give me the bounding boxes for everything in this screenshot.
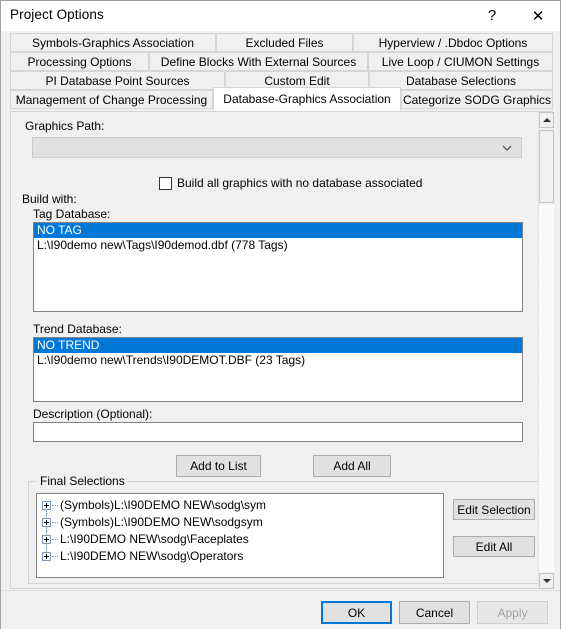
- page-vertical-scrollbar[interactable]: [538, 112, 554, 589]
- tab-label: Live Loop / CIUMON Settings: [381, 54, 540, 69]
- trend-database-listbox[interactable]: NO TREND L:\I90demo new\Trends\I90DEMOT.D…: [33, 337, 523, 402]
- tree-connector-line: [52, 505, 58, 507]
- tree-connector-line: [46, 531, 48, 535]
- close-icon: ✕: [531, 7, 545, 25]
- tab-categorize-sodg-graphics[interactable]: Categorize SODG Graphics: [401, 90, 553, 109]
- tab-strip: Symbols-Graphics Association Excluded Fil…: [10, 33, 553, 112]
- tab-hyperview-dbdoc-options[interactable]: Hyperview / .Dbdoc Options: [353, 33, 553, 52]
- tab-label: Database Selections: [405, 73, 517, 88]
- trend-database-list-item[interactable]: L:\I90demo new\Trends\I90DEMOT.DBF (23 T…: [34, 353, 522, 368]
- tree-connector-line: [46, 548, 48, 552]
- help-button[interactable]: ?: [470, 1, 514, 30]
- final-selection-label: (Symbols)L:\I90DEMO NEW\sodg\sym: [60, 498, 267, 512]
- tab-pi-database-point-sources[interactable]: PI Database Point Sources: [10, 71, 225, 90]
- graphics-path-label: Graphics Path:: [25, 119, 105, 133]
- final-selections-title: Final Selections: [37, 474, 128, 488]
- tree-connector-line: [52, 522, 58, 524]
- tab-page-database-graphics-association: Graphics Path: Build all graphics with n…: [10, 111, 553, 589]
- build-with-label: Build with:: [22, 192, 77, 206]
- tab-label: Symbols-Graphics Association: [31, 35, 195, 50]
- checkbox-box[interactable]: [159, 176, 172, 190]
- scroll-up-button[interactable]: [539, 112, 554, 128]
- tab-label: Processing Options: [27, 54, 132, 69]
- tab-label: Categorize SODG Graphics: [402, 92, 552, 107]
- expand-plus-icon[interactable]: [42, 501, 51, 510]
- tag-database-label: Tag Database:: [33, 207, 111, 221]
- final-selection-label: L:\I90DEMO NEW\sodg\Operators: [60, 549, 244, 563]
- triangle-down-icon: [542, 579, 551, 583]
- tab-live-loop-ciumon-settings[interactable]: Live Loop / CIUMON Settings: [368, 52, 553, 71]
- tab-label: Define Blocks With External Sources: [160, 54, 357, 69]
- trend-database-label: Trend Database:: [33, 322, 122, 336]
- tree-connector-line: [52, 556, 58, 558]
- tree-connector-line: [52, 539, 58, 541]
- tree-connector-line: [46, 514, 48, 518]
- dialog-footer: OK Cancel Apply: [1, 590, 560, 629]
- add-all-button[interactable]: Add All: [313, 455, 391, 477]
- tag-database-list-item[interactable]: L:\I90demo new\Tags\I90demod.dbf (778 Ta…: [34, 238, 522, 253]
- title-bar: Project Options ? ✕: [1, 1, 560, 31]
- final-selection-tree-item[interactable]: L:\I90DEMO NEW\sodg\Faceplates: [37, 531, 443, 548]
- tab-symbols-graphics-association[interactable]: Symbols-Graphics Association: [10, 33, 216, 52]
- scrollbar-thumb[interactable]: [539, 130, 554, 203]
- chevron-down-icon: [502, 145, 512, 151]
- window-title: Project Options: [10, 7, 104, 22]
- ok-button[interactable]: OK: [321, 601, 392, 624]
- tab-label: Database-Graphics Association: [223, 92, 391, 106]
- final-selection-label: L:\I90DEMO NEW\sodg\Faceplates: [60, 532, 249, 546]
- tag-database-list-item[interactable]: NO TAG: [34, 223, 522, 238]
- triangle-up-icon: [542, 118, 551, 122]
- add-to-list-button[interactable]: Add to List: [176, 455, 261, 477]
- tab-database-graphics-association[interactable]: Database-Graphics Association: [213, 87, 401, 111]
- tab-label: Excluded Files: [245, 35, 324, 50]
- expand-plus-icon[interactable]: [42, 518, 51, 527]
- tab-label: PI Database Point Sources: [45, 73, 190, 88]
- expand-plus-icon[interactable]: [42, 552, 51, 561]
- build-all-graphics-label: Build all graphics with no database asso…: [177, 176, 423, 190]
- tab-label: Hyperview / .Dbdoc Options: [378, 35, 528, 50]
- tab-label: Custom Edit: [264, 73, 330, 88]
- tab-excluded-files[interactable]: Excluded Files: [216, 33, 353, 52]
- scrollbar-track[interactable]: [539, 205, 554, 572]
- tab-processing-options[interactable]: Processing Options: [10, 52, 149, 71]
- project-options-dialog: Project Options ? ✕ Symbols-Graphics Ass…: [0, 0, 561, 629]
- edit-selection-button[interactable]: Edit Selection: [453, 499, 535, 520]
- close-button[interactable]: ✕: [516, 1, 560, 30]
- tab-define-blocks-with-external-sources[interactable]: Define Blocks With External Sources: [149, 52, 368, 71]
- cancel-button[interactable]: Cancel: [399, 601, 470, 624]
- expand-plus-icon[interactable]: [42, 535, 51, 544]
- graphics-path-combobox[interactable]: [32, 137, 522, 158]
- description-label: Description (Optional):: [33, 407, 153, 421]
- final-selection-tree-item[interactable]: L:\I90DEMO NEW\sodg\Operators: [37, 548, 443, 565]
- description-input[interactable]: [33, 422, 523, 442]
- edit-all-button[interactable]: Edit All: [453, 536, 535, 557]
- apply-button[interactable]: Apply: [477, 601, 548, 624]
- final-selections-tree[interactable]: (Symbols)L:\I90DEMO NEW\sodg\sym (Symbols…: [36, 493, 444, 578]
- question-mark-icon: ?: [487, 7, 497, 24]
- tab-management-of-change-processing[interactable]: Management of Change Processing: [10, 90, 213, 109]
- tag-database-listbox[interactable]: NO TAG L:\I90demo new\Tags\I90demod.dbf (…: [33, 222, 523, 312]
- build-all-graphics-checkbox[interactable]: Build all graphics with no database asso…: [159, 176, 422, 190]
- final-selection-label: (Symbols)L:\I90DEMO NEW\sodgsym: [60, 515, 263, 529]
- final-selection-tree-item[interactable]: (Symbols)L:\I90DEMO NEW\sodgsym: [37, 514, 443, 531]
- trend-database-list-item[interactable]: NO TREND: [34, 338, 522, 353]
- scroll-down-button[interactable]: [539, 573, 554, 589]
- final-selection-tree-item[interactable]: (Symbols)L:\I90DEMO NEW\sodg\sym: [37, 497, 443, 514]
- tab-label: Management of Change Processing: [15, 92, 208, 107]
